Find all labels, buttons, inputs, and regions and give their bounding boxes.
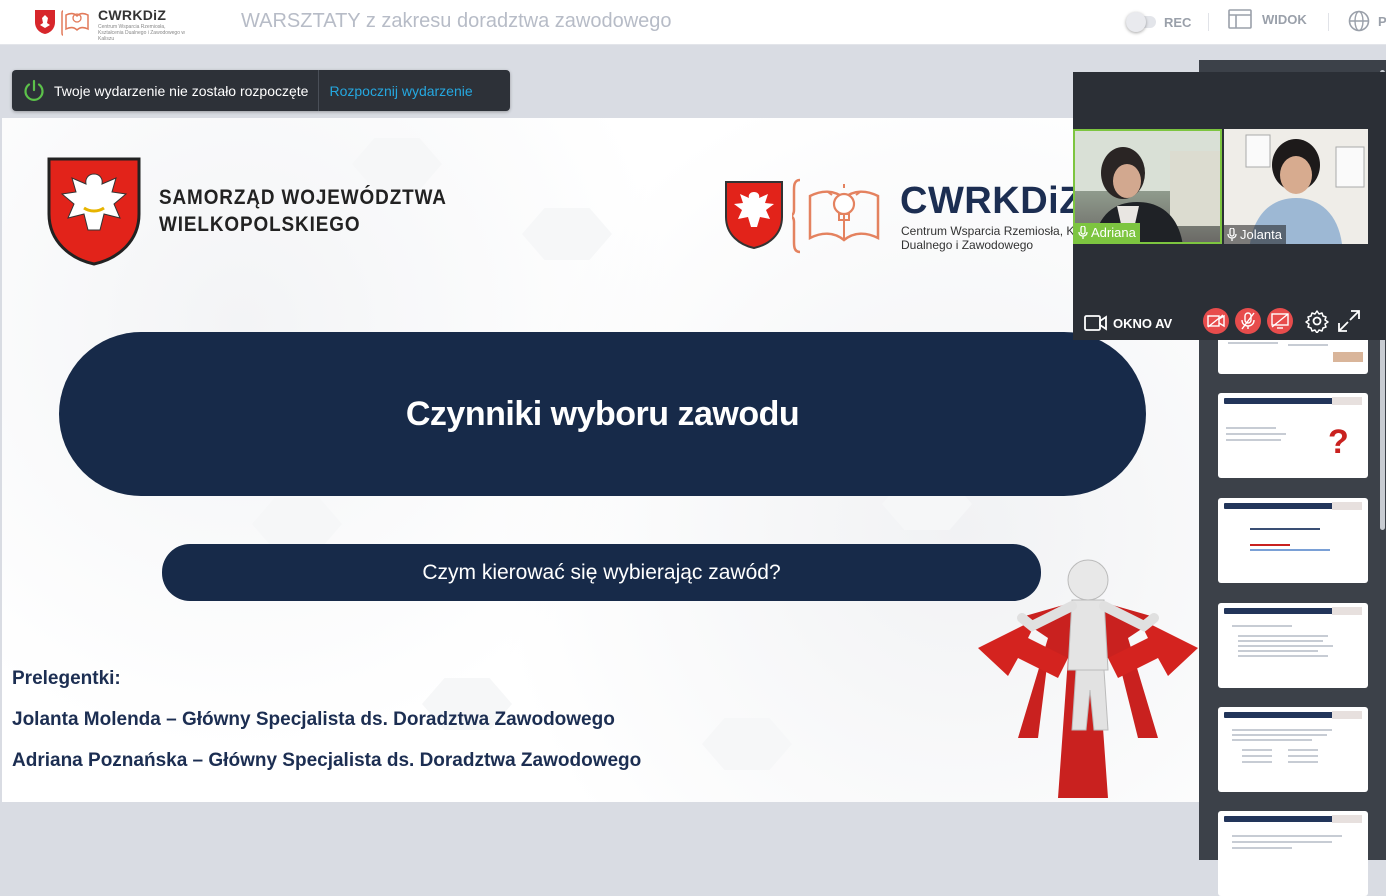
mute-button[interactable] — [1235, 308, 1261, 334]
book-bulb-icon — [792, 178, 880, 254]
event-title: WARSZTATY z zakresu doradztwa zawodowego — [241, 10, 672, 32]
cwrkdiz-subtitle-line1: Centrum Wsparcia Rzemiosła, K — [901, 224, 1075, 238]
slide-thumbnail[interactable] — [1218, 811, 1368, 896]
coat-of-arms-icon — [35, 10, 55, 34]
event-status-bar: Twoje wydarzenie nie zostało rozpoczęte … — [12, 70, 510, 111]
av-window: Adriana Jolanta OKNO AV — [1073, 72, 1386, 340]
slide-title: Czynniki wyboru zawodu — [405, 394, 800, 433]
divider — [1328, 13, 1329, 31]
video-tile-jolanta[interactable]: Jolanta — [1224, 129, 1368, 244]
organization-name: SAMORZĄD WOJEWÓDZTWA WIELKOPOLSKIEGO — [159, 184, 447, 238]
crossroads-figure-illustration — [978, 559, 1198, 798]
event-status-message: Twoje wydarzenie nie zostało rozpoczęte — [54, 82, 309, 99]
cwrkdiz-subtitle-line2: Dualnego i Zawodowego — [901, 238, 1034, 252]
language-button[interactable]: P — [1348, 10, 1386, 32]
microphone-off-icon — [1241, 312, 1255, 330]
slide-subtitle-box: Czym kierować się wybierając zawód? — [162, 544, 1041, 601]
camera-off-button[interactable] — [1203, 308, 1229, 334]
divider — [318, 70, 320, 111]
participant-label: Adriana — [1075, 223, 1140, 242]
logo-brand: CWRKDiZ — [98, 7, 167, 23]
power-icon — [24, 79, 44, 101]
slide-thumbnail[interactable]: ? — [1218, 393, 1368, 478]
globe-icon — [1348, 10, 1370, 32]
logo-subtitle: Centrum Wsparcia Rzemiosła, Kształcenia … — [98, 24, 185, 42]
gear-icon[interactable] — [1305, 309, 1329, 333]
coat-of-arms-icon — [47, 157, 141, 266]
coat-of-arms-small-icon — [725, 181, 783, 250]
question-mark-icon: ? — [1328, 423, 1349, 461]
speaker-line: Jolanta Molenda – Główny Specjalista ds.… — [12, 709, 615, 730]
microphone-icon — [1078, 225, 1088, 239]
speaker-line: Adriana Poznańska – Główny Specjalista d… — [12, 750, 642, 771]
microphone-icon — [1227, 227, 1237, 241]
view-label: WIDOK — [1262, 11, 1307, 27]
rec-label: REC — [1164, 14, 1192, 30]
presentation-slide: SAMORZĄD WOJEWÓDZTWA WIELKOPOLSKIEGO CWR… — [2, 118, 1199, 802]
participant-name: Jolanta — [1240, 227, 1282, 242]
camera-off-icon — [1207, 314, 1225, 328]
slide-subtitle: Czym kierować się wybierając zawód? — [422, 560, 781, 584]
organization-line1: SAMORZĄD WOJEWÓDZTWA — [159, 186, 447, 209]
top-bar: CWRKDiZ Centrum Wsparcia Rzemiosła, Kszt… — [0, 0, 1386, 45]
slide-thumbnail[interactable] — [1218, 498, 1368, 583]
participant-label: Jolanta — [1224, 225, 1286, 244]
language-label: P — [1378, 13, 1386, 29]
layout-icon — [1228, 9, 1252, 29]
camera-icon — [1084, 315, 1107, 331]
cwrkdiz-subtitle: Centrum Wsparcia Rzemiosła, K Dualnego i… — [901, 224, 1074, 252]
speakers-heading: Prelegentki: — [12, 668, 121, 689]
av-window-label: OKNO AV — [1113, 316, 1173, 331]
screen-share-off-icon — [1271, 313, 1289, 329]
screen-share-off-button[interactable] — [1267, 308, 1293, 334]
expand-icon[interactable] — [1337, 309, 1361, 333]
slide-thumbnail[interactable] — [1218, 603, 1368, 688]
app-logo[interactable]: CWRKDiZ Centrum Wsparcia Rzemiosła, Kszt… — [34, 6, 185, 42]
book-bulb-icon — [61, 10, 89, 36]
start-event-button[interactable]: Rozpocznij wydarzenie — [329, 83, 472, 99]
view-button[interactable]: WIDOK — [1228, 9, 1307, 29]
slide-title-box: Czynniki wyboru zawodu — [59, 332, 1146, 496]
organization-line2: WIELKOPOLSKIEGO — [159, 213, 361, 236]
divider — [1208, 13, 1209, 31]
rec-toggle[interactable]: REC — [1126, 12, 1191, 32]
participant-name: Adriana — [1091, 225, 1136, 240]
slide-thumbnail[interactable] — [1218, 707, 1368, 792]
video-tile-adriana[interactable]: Adriana — [1073, 129, 1222, 244]
rec-switch[interactable] — [1126, 12, 1156, 32]
cwrkdiz-brand: CWRKDiZ — [900, 180, 1083, 222]
